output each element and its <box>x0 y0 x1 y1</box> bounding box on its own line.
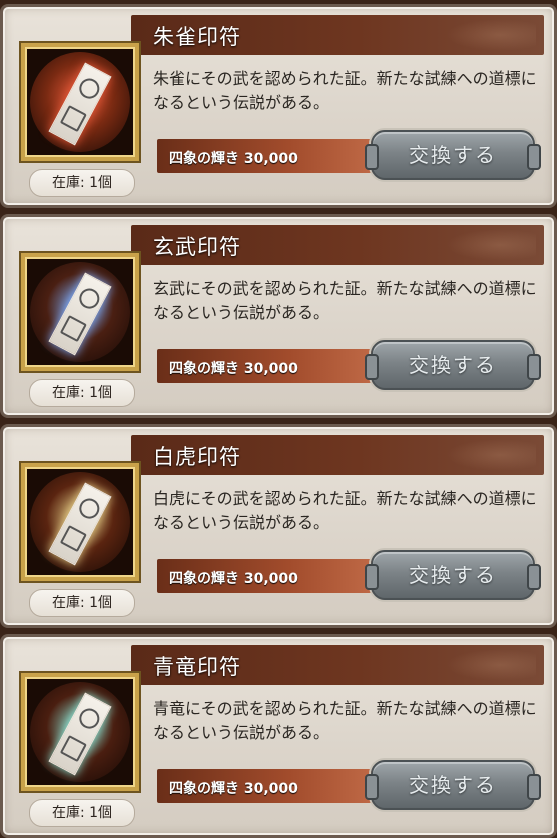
item-description: 白虎にその武を認められた証。新たな試練への道標になるという伝説がある。 <box>153 489 537 532</box>
item-thumbnail[interactable] <box>21 463 139 581</box>
item-thumbnail[interactable] <box>21 253 139 371</box>
exchange-button[interactable]: 交換する <box>365 760 541 810</box>
item-thumbnail[interactable] <box>21 673 139 791</box>
item-card-2: 玄武印符 在庫: 1個 玄武にその武を認められた証。新たな試練への道標になるとい… <box>0 214 557 418</box>
cost-label: 四象の輝き 30,000 <box>169 151 298 167</box>
cost-label: 四象の輝き 30,000 <box>169 571 298 587</box>
stock-count: 在庫: 1個 <box>29 379 135 407</box>
stock-count: 在庫: 1個 <box>29 169 135 197</box>
item-thumbnail[interactable] <box>21 43 139 161</box>
exchange-button[interactable]: 交換する <box>365 550 541 600</box>
item-card-4: 青竜印符 在庫: 1個 青竜にその武を認められた証。新たな試練への道標になるとい… <box>0 634 557 838</box>
exchange-button[interactable]: 交換する <box>365 130 541 180</box>
item-title: 玄武印符 <box>153 235 241 259</box>
item-title: 青竜印符 <box>153 655 241 679</box>
stock-count: 在庫: 1個 <box>29 799 135 827</box>
item-list: 朱雀印符 在庫: 1個 朱雀にその武を認められた証。新たな試練への道標になるとい… <box>0 0 557 838</box>
item-description: 青竜にその武を認められた証。新たな試練への道標になるという伝説がある。 <box>153 699 537 742</box>
item-title: 朱雀印符 <box>153 25 241 49</box>
item-description: 玄武にその武を認められた証。新たな試練への道標になるという伝説がある。 <box>153 279 537 322</box>
item-title: 白虎印符 <box>153 445 241 469</box>
item-description: 朱雀にその武を認められた証。新たな試練への道標になるという伝説がある。 <box>153 69 537 112</box>
item-card-1: 朱雀印符 在庫: 1個 朱雀にその武を認められた証。新たな試練への道標になるとい… <box>0 4 557 208</box>
stock-count: 在庫: 1個 <box>29 589 135 617</box>
exchange-button[interactable]: 交換する <box>365 340 541 390</box>
cost-label: 四象の輝き 30,000 <box>169 781 298 797</box>
item-card-3: 白虎印符 在庫: 1個 白虎にその武を認められた証。新たな試練への道標になるとい… <box>0 424 557 628</box>
cost-label: 四象の輝き 30,000 <box>169 361 298 377</box>
